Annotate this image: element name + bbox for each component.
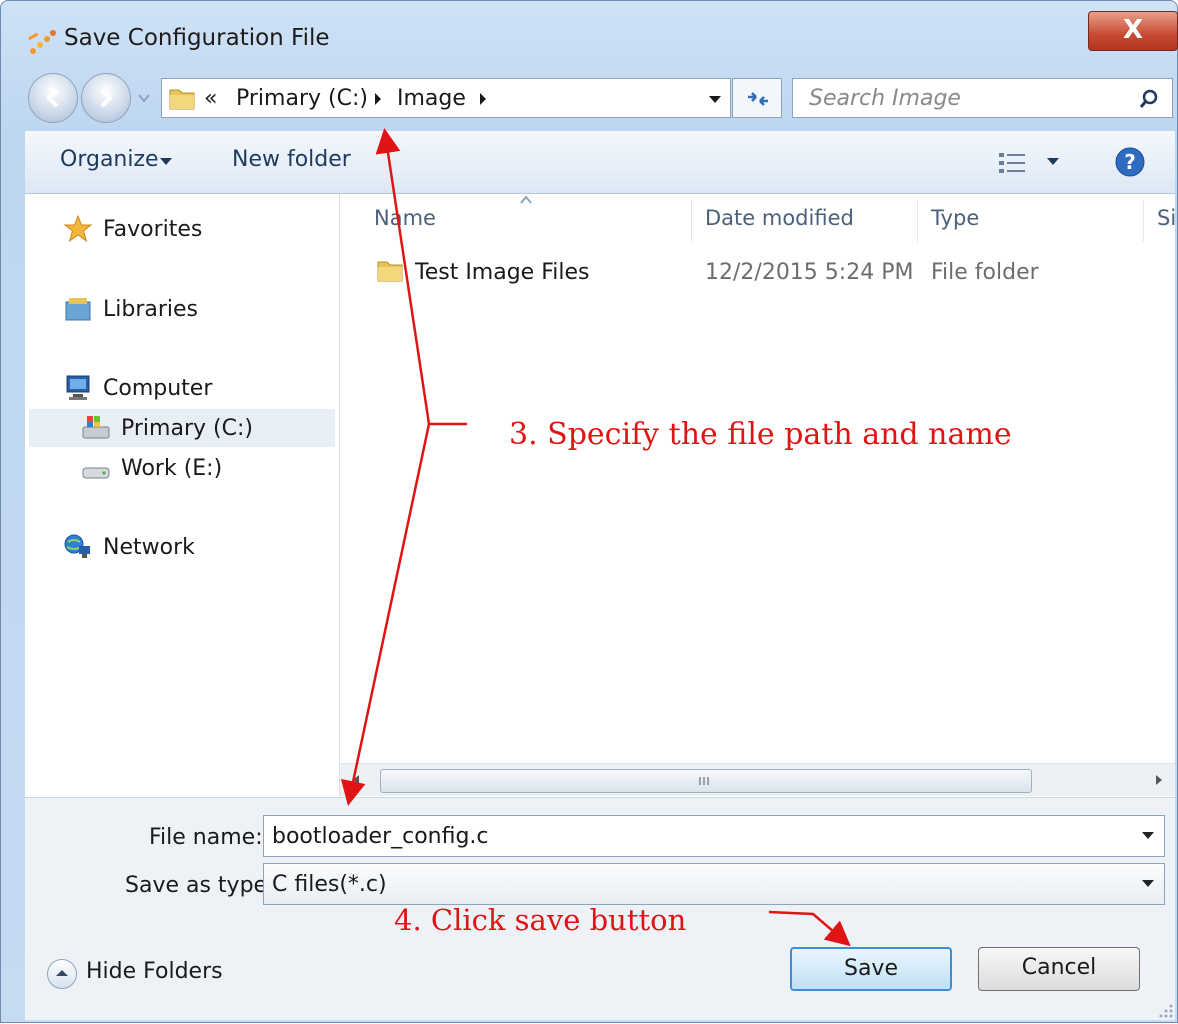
annotation-arrows: [340, 128, 851, 947]
save-dialog-window: Save Configuration File X « Primary (C:)…: [0, 0, 1178, 1023]
annotation-step-3: 3. Specify the file path and name: [509, 417, 1012, 452]
annotation-step-4: 4. Click save button: [394, 903, 687, 937]
arrow-to-save-button: [768, 910, 851, 947]
arrow-to-address-bar: [375, 128, 431, 425]
arrow-to-file-name: [340, 423, 431, 806]
